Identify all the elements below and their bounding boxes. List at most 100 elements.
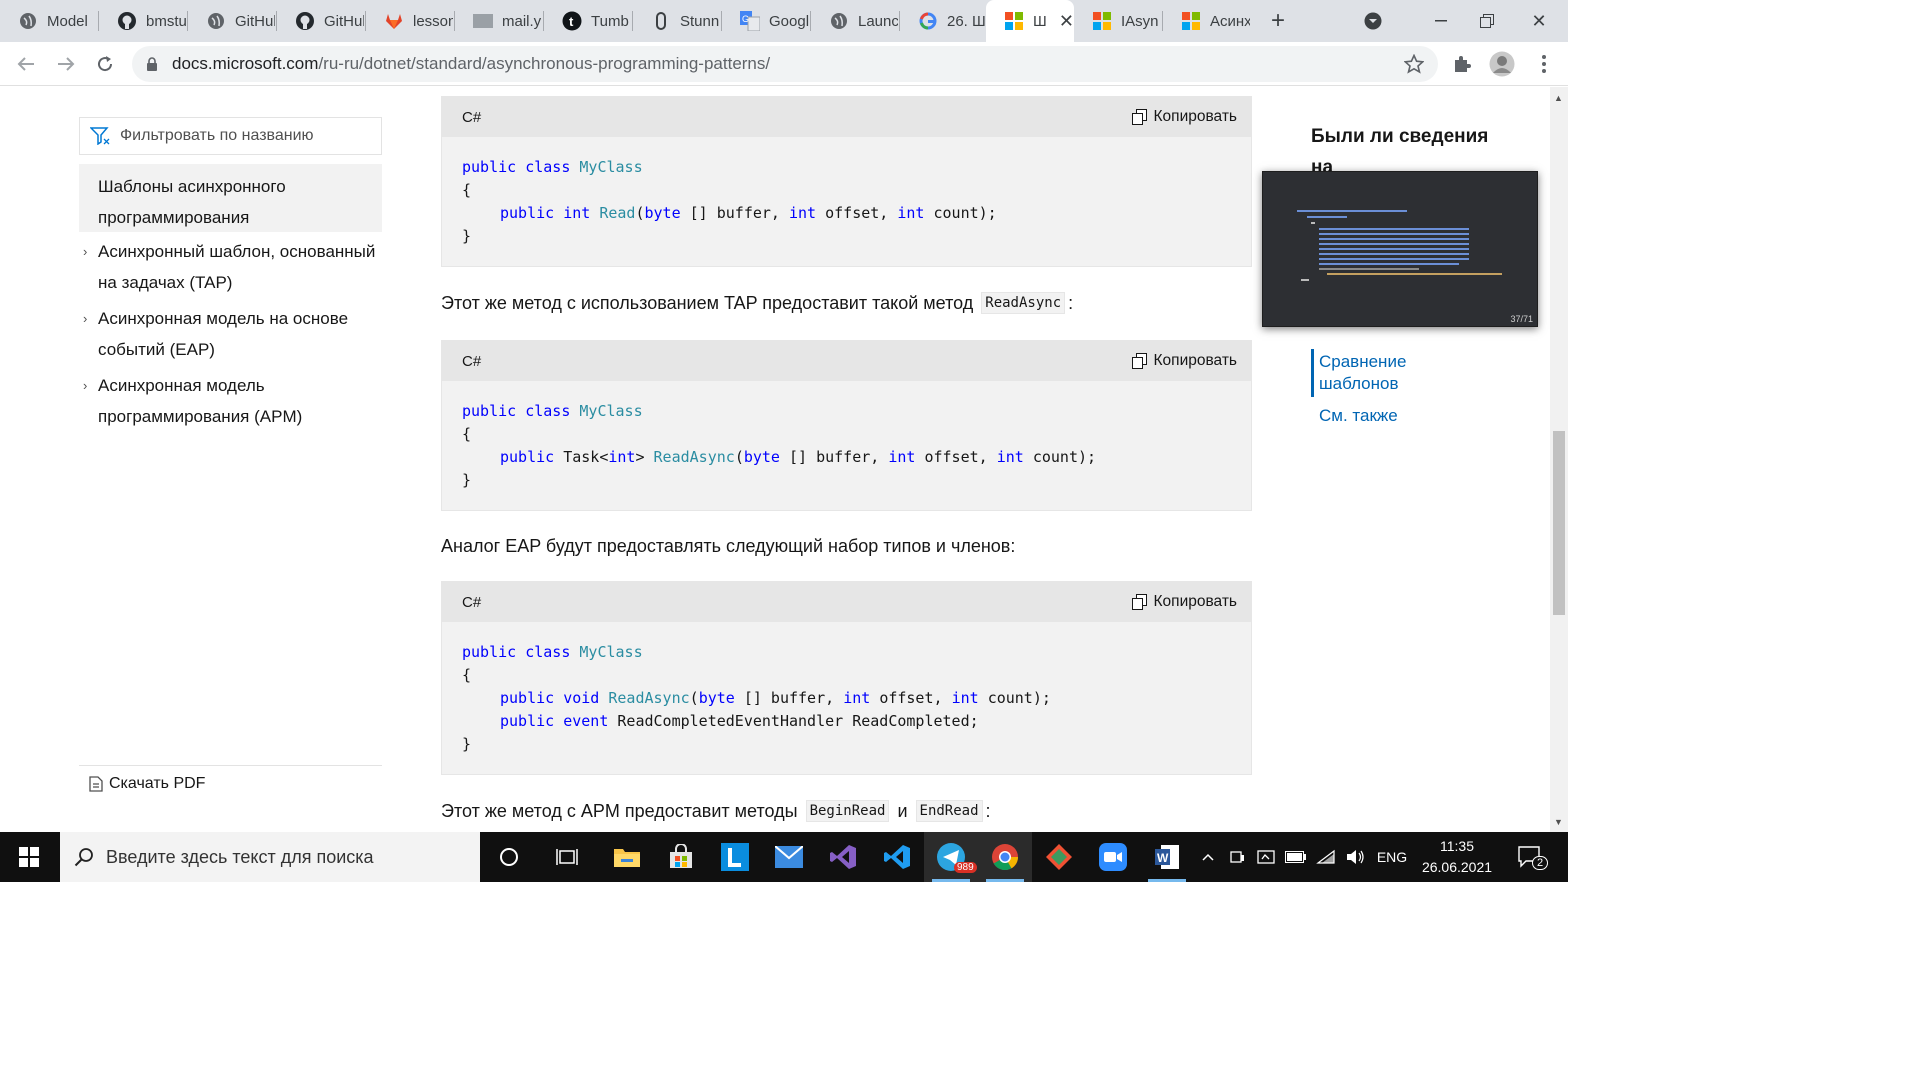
tray-security[interactable] [1252,832,1280,882]
code-header: C# Копировать [442,341,1251,381]
taskbar-store[interactable] [654,832,708,882]
copy-label: Копировать [1153,108,1237,125]
copy-button[interactable]: Копировать [1131,352,1237,370]
toc-item-eap[interactable]: › Асинхронная модель на основе событий (… [79,303,382,365]
forward-button[interactable] [48,42,84,86]
puzzle-icon [1455,56,1471,72]
toc-item-active[interactable]: Шаблоны асинхронного программирования [79,164,382,232]
new-tab-button[interactable]: + [1262,0,1294,42]
svg-text:t: t [569,14,574,29]
tray-language[interactable]: ENG [1372,832,1412,882]
microsoft-icon [1004,11,1024,31]
tab-stunnel[interactable]: Stunn [633,0,721,42]
tab-bmstu[interactable]: bmstu [99,0,187,42]
microsoft-icon [1092,11,1112,31]
toc-link-comparison[interactable]: Сравнение шаблонов [1319,351,1439,395]
tab-launch[interactable]: Launc [811,0,899,42]
taskbar-word[interactable]: W [1140,832,1194,882]
l-app-icon [721,843,749,871]
taskbar-telegram[interactable]: 989 [924,832,978,882]
divider [79,765,382,766]
tab-model[interactable]: Model [0,0,98,42]
tab-tumblr[interactable]: t Tumb [544,0,632,42]
inline-code: ReadAsync [981,292,1066,314]
toc-filter-input[interactable]: Фильтровать по названию [79,117,382,155]
toc-active-indicator [1311,349,1314,397]
docs-page: Фильтровать по названию Шаблоны асинхрон… [0,87,1568,832]
taskbar-zoom[interactable] [1086,832,1140,882]
start-button[interactable] [0,832,58,882]
taskbar-clock[interactable]: 11:35 26.06.2021 [1418,836,1496,878]
tab-active-patterns[interactable]: Ш ✕ [986,0,1074,42]
video-overlay[interactable]: 37/71 [1262,171,1538,327]
minimize-button[interactable] [1418,0,1464,42]
notification-center-button[interactable]: 2 [1508,832,1552,882]
close-tab-icon[interactable]: ✕ [1059,11,1074,32]
scroll-down-icon[interactable]: ▼ [1554,817,1563,827]
taskbar-l-app[interactable] [708,832,762,882]
taskbar-vscode[interactable] [870,832,924,882]
document-icon [89,776,103,792]
code-content: public class MyClass { public int Read(b… [462,158,997,245]
toc-item-apm[interactable]: › Асинхронная модель программирования (A… [79,370,382,432]
scrollbar-thumb[interactable] [1553,431,1565,615]
url-host: docs.microsoft.com [172,54,319,73]
toc-link-see-also[interactable]: См. также [1319,405,1398,427]
tray-device[interactable] [1224,832,1250,882]
taskbar-file-explorer[interactable] [600,832,654,882]
tab-google-26[interactable]: 26. Ш [900,0,986,42]
tab-search-button[interactable] [1358,0,1388,42]
tray-battery[interactable] [1282,832,1310,882]
reload-icon [98,56,113,72]
code-block-tap: C# Копировать public class MyClass { pub… [441,340,1252,511]
tab-async[interactable]: Асинх [1163,0,1251,42]
toc-item-label: Асинхронный шаблон, основанный на задача… [98,242,376,292]
battery-icon [1285,851,1306,863]
reload-button[interactable] [87,42,123,86]
mail-icon [473,11,493,31]
tab-iasync[interactable]: IAsyn [1074,0,1162,42]
extensions-button[interactable] [1444,42,1480,86]
copy-button[interactable]: Копировать [1131,108,1237,126]
taskbar-visual-studio[interactable] [816,832,870,882]
restore-button[interactable] [1464,0,1510,42]
profile-avatar[interactable] [1484,42,1520,86]
tab-mail[interactable]: mail.y [455,0,543,42]
page-scrollbar[interactable]: ▲ ▼ [1550,87,1568,832]
arrow-left-icon [17,57,34,71]
git-diamond-icon [1046,844,1072,870]
tray-volume[interactable] [1342,832,1370,882]
back-button[interactable] [8,42,44,86]
taskbar-chrome[interactable] [978,832,1032,882]
tab-lesson[interactable]: lesson [366,0,454,42]
notification-count-badge: 2 [1532,856,1549,870]
chevron-right-icon: › [83,244,88,259]
cortana-button[interactable] [482,832,536,882]
address-bar[interactable]: docs.microsoft.com/ru-ru/dotnet/standard… [132,46,1438,82]
scroll-up-icon[interactable]: ▲ [1554,93,1563,103]
download-pdf-link[interactable]: Скачать PDF [89,775,205,793]
code-block-eap: C# Копировать public class MyClass { pub… [441,581,1252,775]
bookmark-star-icon[interactable] [1404,54,1424,74]
paragraph-text: : [1068,292,1074,313]
tab-google-translate[interactable]: G Googl [722,0,810,42]
browser-toolbar: docs.microsoft.com/ru-ru/dotnet/standard… [0,42,1568,86]
tab-title: lesson [413,12,453,30]
close-window-button[interactable]: ✕ [1514,0,1564,42]
browser-menu-button[interactable] [1526,42,1562,86]
chevron-right-icon: › [83,378,88,393]
code-header: C# Копировать [442,97,1251,137]
toc-item-tap[interactable]: › Асинхронный шаблон, основанный на зада… [79,236,382,298]
tray-wifi[interactable] [1312,832,1340,882]
wifi-icon [1316,849,1335,864]
tab-github-2[interactable]: GitHub [277,0,365,42]
paragraph-text: Этот же метод с APM предоставит методы [441,800,798,821]
tray-overflow-button[interactable] [1196,832,1220,882]
copy-button[interactable]: Копировать [1131,593,1237,611]
taskbar-git-app[interactable] [1032,832,1086,882]
taskbar-mail[interactable] [762,832,816,882]
taskbar-search-box[interactable]: Введите здесь текст для поиска [60,832,480,882]
tab-github-1[interactable]: GitHub [188,0,276,42]
globe-icon [206,11,226,31]
task-view-button[interactable] [540,832,594,882]
